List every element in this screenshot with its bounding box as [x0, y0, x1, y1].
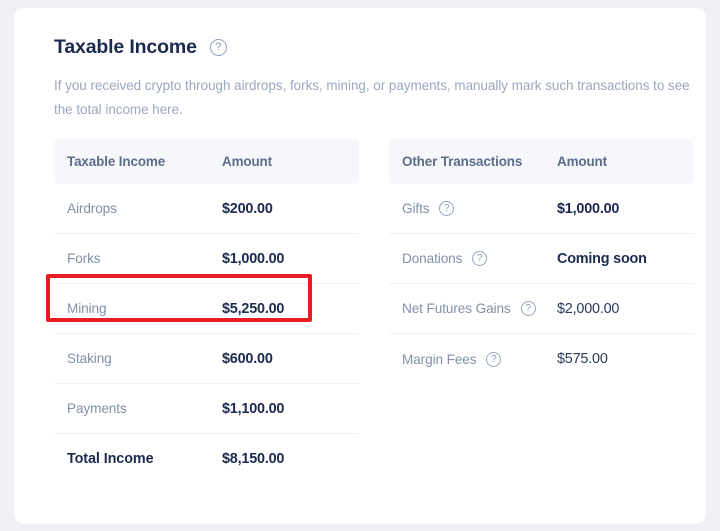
question-mark-circle-icon[interactable]: ? — [472, 251, 488, 266]
row-amount: $1,100.00 — [222, 400, 285, 417]
table-row[interactable]: Payments $1,100.00 — [54, 384, 359, 434]
page-title: Taxable Income — [54, 36, 197, 58]
column-header-amount: Amount — [557, 153, 607, 169]
column-header-category: Taxable Income — [67, 153, 166, 169]
table-row[interactable]: Forks $1,000.00 — [54, 234, 359, 284]
table-row-total: Total Income $8,150.00 — [54, 434, 359, 484]
row-amount: $200.00 — [222, 200, 273, 217]
row-label: Margin Fees — [402, 351, 477, 367]
row-label: Mining — [67, 301, 107, 316]
tables-container: Taxable Income Amount Airdrops $200.00 F… — [54, 139, 694, 484]
question-mark-circle-icon[interactable]: ? — [209, 39, 227, 57]
page-description: If you received crypto through airdrops,… — [54, 78, 690, 117]
row-label: Forks — [67, 251, 101, 266]
row-amount: $5,250.00 — [222, 300, 285, 317]
table-row[interactable]: Staking $600.00 — [54, 334, 359, 384]
other-transactions-table-header: Other Transactions Amount — [389, 139, 694, 184]
taxable-income-table-header: Taxable Income Amount — [54, 139, 359, 184]
table-row[interactable]: Margin Fees ? $575.00 — [389, 334, 694, 384]
column-header-amount: Amount — [222, 153, 272, 169]
row-amount: $575.00 — [557, 351, 608, 367]
row-label: Donations — [402, 251, 463, 266]
row-label: Staking — [67, 351, 112, 366]
row-amount: Coming soon — [557, 250, 647, 267]
table-row[interactable]: Airdrops $200.00 — [54, 184, 359, 234]
table-row[interactable]: Donations ? Coming soon — [389, 234, 694, 284]
row-label: Payments — [67, 401, 127, 416]
other-transactions-table: Other Transactions Amount Gifts ? $1,000… — [389, 139, 694, 484]
total-amount: $8,150.00 — [222, 451, 285, 467]
column-header-category: Other Transactions — [402, 153, 523, 169]
row-amount: $1,000.00 — [222, 250, 285, 267]
row-label: Gifts — [402, 201, 430, 216]
row-label: Net Futures Gains — [402, 301, 511, 316]
row-amount: $2,000.00 — [557, 300, 620, 317]
question-mark-circle-icon[interactable]: ? — [439, 201, 455, 216]
taxable-income-card: Taxable Income ? If you received crypto … — [14, 8, 706, 524]
row-amount: $600.00 — [222, 350, 273, 367]
taxable-income-table: Taxable Income Amount Airdrops $200.00 F… — [54, 139, 359, 484]
row-amount: $1,000.00 — [557, 200, 620, 217]
table-row-mining[interactable]: Mining $5,250.00 — [54, 284, 359, 334]
question-mark-circle-icon[interactable]: ? — [520, 301, 536, 316]
question-mark-circle-icon[interactable]: ? — [486, 351, 502, 367]
row-label: Airdrops — [67, 201, 117, 216]
table-row[interactable]: Net Futures Gains ? $2,000.00 — [389, 284, 694, 334]
page-header: Taxable Income ? — [54, 36, 227, 58]
table-row[interactable]: Gifts ? $1,000.00 — [389, 184, 694, 234]
total-label: Total Income — [67, 451, 154, 467]
